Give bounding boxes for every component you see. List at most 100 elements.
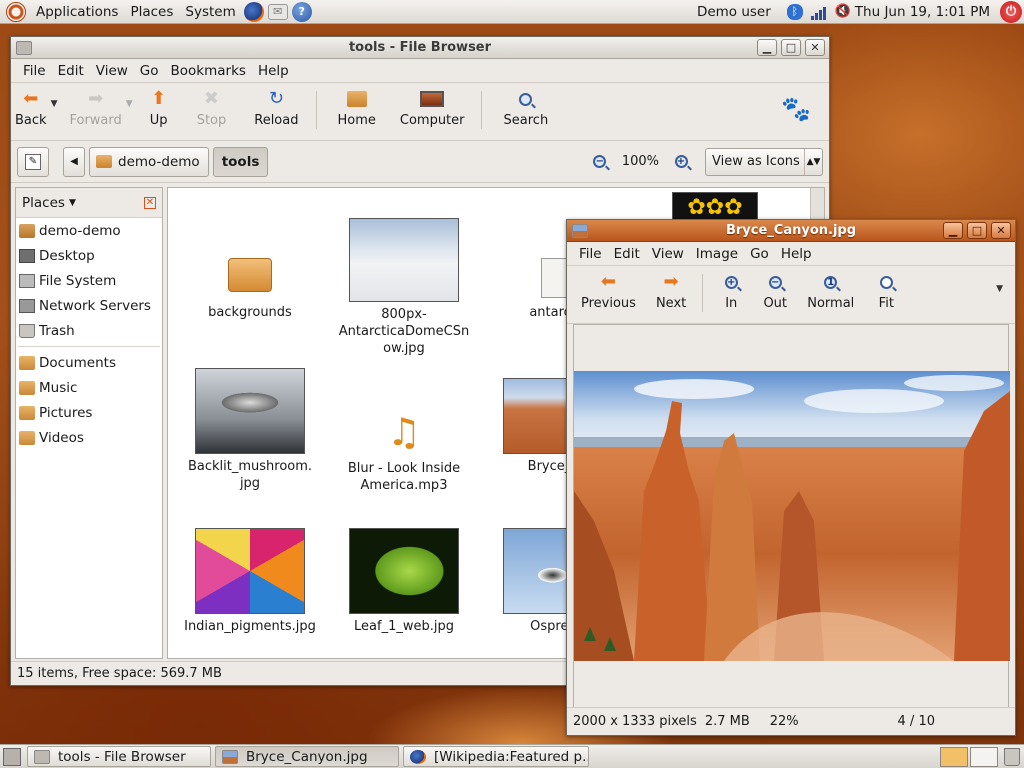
file-name-line: 800px-	[381, 307, 427, 322]
reload-icon: ↻	[268, 88, 284, 109]
chevron-down-icon[interactable]: ▼	[69, 198, 76, 208]
reload-button[interactable]: ↻ Reload	[242, 87, 310, 129]
previous-label: Previous	[581, 296, 636, 311]
zoom-normal-button[interactable]: 1 Normal	[797, 270, 864, 311]
close-button[interactable]: ✕	[805, 39, 825, 56]
menu-edit[interactable]: Edit	[608, 246, 646, 262]
clock[interactable]: Thu Jun 19, 1:01 PM	[855, 4, 990, 20]
firefox-task-icon	[410, 749, 426, 764]
close-sidebar-icon[interactable]: ✕	[144, 196, 156, 209]
workspace-switcher[interactable]	[940, 746, 998, 767]
sidebar: Places ▼ ✕ demo-demo Desktop File System…	[15, 187, 163, 659]
volume-icon[interactable]: 🔇	[835, 4, 851, 20]
task-file-browser[interactable]: tools - File Browser	[27, 746, 211, 767]
path-back-button[interactable]: ◀	[63, 146, 85, 177]
zoom-level[interactable]: 100%	[622, 154, 659, 169]
image-dimensions: 2000 x 1333 pixels	[573, 714, 697, 729]
applications-menu[interactable]: Applications	[30, 4, 124, 20]
workspace-2[interactable]	[970, 746, 998, 767]
menu-go[interactable]: Go	[744, 246, 775, 262]
sidebar-item-trash[interactable]: Trash	[16, 318, 162, 343]
sidebar-item-desktop[interactable]: Desktop	[16, 243, 162, 268]
mail-launcher-icon[interactable]: ✉	[267, 3, 288, 20]
maximize-button[interactable]: □	[781, 39, 801, 56]
next-button[interactable]: ➡ Next	[646, 270, 696, 312]
file-browser-titlebar[interactable]: tools - File Browser ▁ □ ✕	[11, 37, 829, 59]
menu-help[interactable]: Help	[252, 63, 295, 79]
file-item-antarctica-dome[interactable]: 800px- AntarcticaDomeCSn ow.jpg	[334, 218, 474, 357]
menu-help[interactable]: Help	[775, 246, 818, 262]
zoom-normal-icon: 1	[819, 270, 843, 294]
zoom-out-button[interactable]: − Out	[753, 270, 797, 311]
menu-edit[interactable]: Edit	[52, 63, 90, 79]
close-button[interactable]: ✕	[991, 222, 1011, 239]
home-label: Home	[337, 113, 376, 128]
sidebar-divider	[18, 346, 160, 347]
menu-bookmarks[interactable]: Bookmarks	[165, 63, 252, 79]
search-button[interactable]: Search	[488, 87, 565, 128]
path-crumb-tools[interactable]: tools	[212, 146, 269, 177]
file-item-indian-pigments[interactable]: Indian_pigments.jpg	[180, 528, 320, 635]
sidebar-item-music[interactable]: Music	[16, 375, 162, 400]
file-item-blur-mp3[interactable]: ♫ Blur - Look Inside America.mp3	[334, 410, 474, 494]
file-item-backgrounds[interactable]: backgrounds	[180, 258, 320, 321]
forward-button[interactable]: ➡ Forward	[65, 87, 125, 129]
forward-history-dropdown[interactable]: ▼	[126, 99, 133, 109]
sidebar-item-documents[interactable]: Documents	[16, 350, 162, 375]
sidebar-item-videos[interactable]: Videos	[16, 425, 162, 450]
file-browser-window-icon[interactable]	[16, 40, 32, 55]
up-button[interactable]: ⬆ Up	[137, 87, 181, 129]
menu-file[interactable]: File	[573, 246, 608, 262]
menu-go[interactable]: Go	[134, 63, 165, 79]
sidebar-item-label: Music	[39, 379, 78, 396]
network-icon[interactable]	[810, 4, 827, 20]
previous-button[interactable]: ⬅ Previous	[571, 270, 646, 312]
home-button[interactable]: Home	[323, 87, 389, 128]
zoom-in-button[interactable]: + In	[709, 270, 753, 311]
back-history-dropdown[interactable]: ▼	[51, 99, 58, 109]
menu-image[interactable]: Image	[690, 246, 744, 262]
menu-view[interactable]: View	[646, 246, 690, 262]
help-launcher-icon[interactable]: ?	[291, 1, 312, 22]
places-menu[interactable]: Places	[124, 4, 179, 20]
power-icon[interactable]: ⏻	[1000, 0, 1022, 23]
computer-button[interactable]: Computer	[390, 87, 475, 128]
toolbar-overflow-dropdown[interactable]: ▼	[996, 284, 1003, 294]
task-firefox[interactable]: [Wikipedia:Featured p...	[403, 746, 589, 767]
stop-button[interactable]: ✖ Stop	[181, 87, 243, 129]
sidebar-mode-select[interactable]: Places	[22, 195, 65, 211]
flowers-thumbnail[interactable]: ✿✿✿	[672, 192, 758, 222]
path-crumb-demo-demo[interactable]: demo-demo	[89, 146, 209, 177]
sidebar-item-home[interactable]: demo-demo	[16, 218, 162, 243]
maximize-button[interactable]: □	[967, 222, 987, 239]
system-menu[interactable]: System	[179, 4, 241, 20]
menu-view[interactable]: View	[90, 63, 134, 79]
image-display-area[interactable]	[573, 324, 1010, 708]
ubuntu-logo-icon[interactable]	[6, 1, 26, 22]
file-item-leaf[interactable]: Leaf_1_web.jpg	[334, 528, 474, 635]
sidebar-item-file-system[interactable]: File System	[16, 268, 162, 293]
zoom-in-button[interactable]: +	[669, 150, 693, 174]
image-viewer-menubar: File Edit View Image Go Help	[567, 242, 1015, 266]
trash-icon[interactable]	[1004, 747, 1020, 766]
image-viewer-titlebar[interactable]: Bryce_Canyon.jpg ▁ □ ✕	[567, 220, 1015, 242]
zoom-fit-button[interactable]: Fit	[864, 270, 908, 311]
bluetooth-icon[interactable]: ᛒ	[786, 3, 803, 20]
workspace-1[interactable]	[940, 746, 968, 767]
task-image-viewer[interactable]: Bryce_Canyon.jpg	[215, 746, 399, 767]
user-name[interactable]: Demo user	[697, 4, 771, 20]
firefox-launcher-icon[interactable]	[243, 1, 264, 22]
menu-file[interactable]: File	[17, 63, 52, 79]
minimize-button[interactable]: ▁	[943, 222, 963, 239]
image-viewer-window-icon[interactable]	[572, 223, 588, 238]
back-button[interactable]: ⬅ Back	[11, 87, 51, 129]
show-desktop-icon[interactable]	[3, 747, 21, 766]
folder-icon	[228, 258, 272, 292]
sidebar-item-pictures[interactable]: Pictures	[16, 400, 162, 425]
sidebar-item-network[interactable]: Network Servers	[16, 293, 162, 318]
minimize-button[interactable]: ▁	[757, 39, 777, 56]
view-mode-select[interactable]: View as Icons ▲▼	[705, 147, 823, 176]
zoom-out-button[interactable]: −	[588, 150, 612, 174]
file-item-backlit-mushroom[interactable]: Backlit_mushroom. jpg	[180, 368, 320, 492]
toggle-location-entry-button[interactable]: ✎	[17, 146, 49, 177]
